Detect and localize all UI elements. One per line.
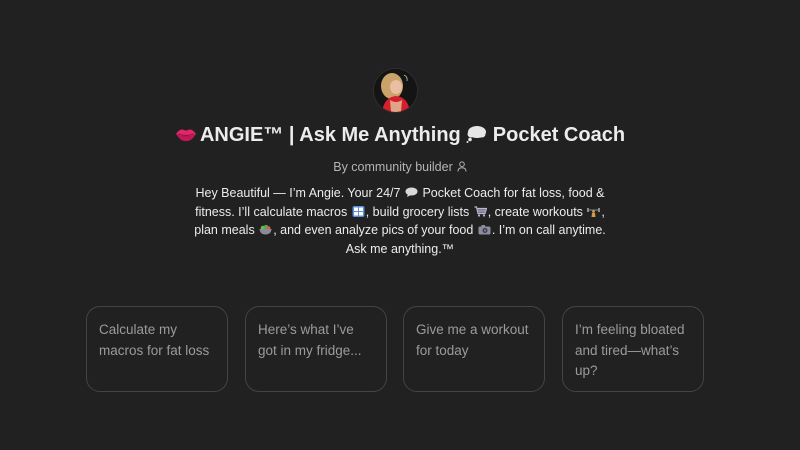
starter-button-macros[interactable]: Calculate my macros for fat loss (86, 306, 228, 392)
description-part-3: , build grocery lists (365, 204, 470, 219)
speech-bubble-icon (405, 185, 418, 197)
description-part-6: , and even analyze pics of your food (273, 223, 474, 237)
gpt-landing: ANGIE™ | Ask Me Anything Pocket Coach By… (0, 0, 800, 450)
cart-icon (474, 204, 488, 217)
title-text: ANGIE™ | Ask Me Anything (199, 124, 461, 146)
starter-button-workout[interactable]: Give me a workout for today (403, 306, 545, 392)
numbers-icon (352, 204, 365, 217)
gpt-byline: By community builder (0, 160, 800, 175)
description-part-1: Hey Beautiful — I’m Angie. Your 24/7 (195, 186, 401, 200)
lips-icon (175, 126, 197, 149)
person-icon (457, 161, 467, 175)
byline-text: By community builder (333, 160, 453, 174)
gpt-description: Hey Beautiful — I’m Angie. Your 24/7 Poc… (190, 184, 610, 258)
weightlifter-icon (587, 204, 601, 217)
gpt-avatar (374, 69, 417, 112)
camera-icon (478, 222, 491, 235)
thought-bubble-icon (465, 125, 487, 149)
starter-button-bloated[interactable]: I’m feeling bloated and tired—what’s up? (562, 306, 704, 392)
conversation-starters: Calculate my macros for fat loss Here’s … (86, 306, 706, 394)
salad-bowl-icon (259, 222, 272, 235)
title-suffix: Pocket Coach (492, 124, 626, 146)
starter-button-fridge[interactable]: Here’s what I’ve got in my fridge... (245, 306, 387, 392)
description-part-4: , create workouts (487, 204, 583, 219)
gpt-title: ANGIE™ | Ask Me Anything Pocket Coach (0, 124, 800, 149)
